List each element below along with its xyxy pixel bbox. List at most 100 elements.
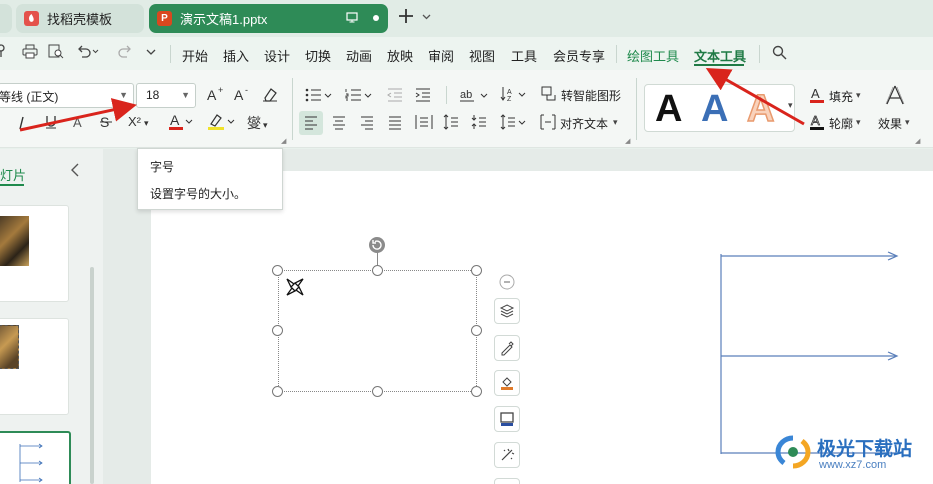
resize-handle[interactable] (272, 386, 283, 397)
distribute-icon[interactable] (415, 114, 433, 133)
font-size-select[interactable]: 18 ▼ (136, 83, 196, 108)
align-center-icon[interactable] (332, 116, 346, 133)
highlight-icon[interactable] (207, 112, 235, 135)
dialog-launcher-icon[interactable]: ◢ (915, 137, 920, 145)
resize-handle[interactable] (272, 325, 283, 336)
text-style-gallery[interactable]: A A A (644, 84, 795, 132)
chevron-down-icon[interactable]: ▾ (905, 117, 910, 128)
menu-transition[interactable]: 切换 (305, 46, 331, 65)
format-painter-icon[interactable] (494, 335, 520, 361)
selected-textbox[interactable] (278, 270, 477, 392)
tab-document[interactable]: P 演示文稿1.pptx (149, 4, 388, 33)
convert-smart-art-icon[interactable] (541, 86, 557, 105)
text-style-black[interactable]: A (655, 88, 682, 131)
slide-thumbnail-1[interactable] (0, 205, 69, 302)
align-left-icon[interactable] (304, 116, 318, 133)
increase-font-icon[interactable]: A + (207, 85, 225, 105)
slide-arrow-diagram[interactable] (718, 248, 903, 458)
tab-previous[interactable] (0, 4, 12, 33)
decrease-font-icon[interactable]: A- (234, 85, 252, 105)
superscript-button[interactable]: X² ▾ (128, 114, 149, 129)
menu-home[interactable]: 开始 (182, 46, 208, 65)
dialog-launcher-icon[interactable]: ◢ (281, 137, 286, 145)
resize-handle[interactable] (372, 265, 383, 276)
menu-text-tools[interactable]: 文本工具 (694, 46, 746, 65)
shape-outline-icon[interactable] (494, 406, 520, 432)
phonetic-guide-button[interactable]: 燮 ▾ (247, 113, 268, 133)
chevron-down-icon[interactable] (422, 12, 431, 24)
resize-handle[interactable] (471, 386, 482, 397)
text-outline-icon[interactable]: A (809, 113, 825, 134)
align-text-label[interactable]: 对齐文本 (560, 115, 608, 132)
rotate-handle-icon[interactable] (368, 236, 386, 257)
vertical-align-icon[interactable] (500, 114, 528, 133)
sidebar-tab-slides[interactable]: 灯片 (0, 165, 26, 184)
menu-view[interactable]: 视图 (469, 46, 495, 65)
text-fill-icon[interactable]: A (809, 86, 825, 107)
resize-handle[interactable] (471, 325, 482, 336)
more-tools-icon[interactable] (494, 478, 520, 484)
new-tab-plus-icon[interactable] (398, 8, 414, 30)
text-direction-icon[interactable]: ab (460, 88, 490, 105)
menu-drawing-tools[interactable]: 绘图工具 (627, 46, 679, 65)
italic-icon[interactable] (16, 115, 28, 134)
text-style-blue[interactable]: A (701, 88, 728, 131)
magic-tools-icon[interactable] (494, 442, 520, 468)
undo-icon[interactable] (76, 44, 100, 62)
text-style-orange-outline[interactable]: A (746, 87, 775, 131)
font-color-icon[interactable]: A (168, 112, 194, 135)
menu-design[interactable]: 设计 (264, 46, 290, 65)
chevron-down-icon: ▾ (263, 120, 268, 130)
shadow-s-icon[interactable]: S (99, 114, 113, 133)
text-effect-label[interactable]: 效果 (878, 115, 902, 132)
save-icon[interactable] (0, 44, 9, 61)
bullet-list-icon[interactable] (305, 88, 333, 105)
line-spacing-icon[interactable] (443, 114, 459, 133)
layers-icon[interactable] (494, 298, 520, 324)
justify-icon[interactable] (388, 116, 402, 133)
chevron-down-icon[interactable]: ▾ (613, 117, 618, 128)
underline-icon[interactable] (44, 114, 58, 133)
text-fill-label[interactable]: 填充 (829, 88, 853, 105)
slide-thumbnail-3-selected[interactable] (0, 431, 71, 484)
menu-tools[interactable]: 工具 (511, 46, 537, 65)
sort-text-icon[interactable]: AZ (500, 86, 530, 105)
menu-review[interactable]: 审阅 (428, 46, 454, 65)
numbered-list-icon[interactable] (345, 88, 373, 105)
chevron-down-icon[interactable]: ▾ (856, 90, 861, 101)
align-right-icon[interactable] (360, 116, 374, 133)
more-chevron-icon[interactable] (145, 44, 157, 62)
resize-handle[interactable] (272, 265, 283, 276)
print-icon[interactable] (22, 44, 38, 62)
redo-icon[interactable] (117, 44, 141, 62)
strikethrough-icon[interactable]: A (72, 114, 86, 133)
menu-insert[interactable]: 插入 (223, 46, 249, 65)
shape-fill-icon[interactable] (494, 370, 520, 396)
resize-handle[interactable] (372, 386, 383, 397)
text-effect-icon[interactable] (884, 84, 906, 109)
sidebar-scrollbar[interactable] (90, 267, 94, 484)
increase-indent-icon[interactable] (415, 88, 431, 105)
menu-animation[interactable]: 动画 (346, 46, 372, 65)
search-icon[interactable] (772, 45, 787, 63)
slide-thumbnail-2[interactable] (0, 318, 69, 415)
chevron-down-icon[interactable]: ▾ (856, 117, 861, 128)
print-preview-icon[interactable] (48, 44, 64, 62)
resize-handle[interactable] (471, 265, 482, 276)
tab-template[interactable]: 找稻壳模板 (16, 4, 144, 33)
decrease-indent-icon[interactable] (387, 88, 403, 105)
gallery-more-icon[interactable]: ▾ (788, 100, 793, 111)
menu-slideshow[interactable]: 放映 (387, 46, 413, 65)
dialog-launcher-icon[interactable]: ◢ (625, 137, 630, 145)
clear-format-icon[interactable] (261, 86, 279, 105)
convert-smart-art-label[interactable]: 转智能图形 (561, 87, 621, 104)
collapse-chevron-left-icon[interactable] (70, 163, 80, 182)
collapse-minus-icon[interactable] (499, 274, 515, 293)
tooltip-title: 字号 (150, 160, 175, 174)
paragraph-spacing-icon[interactable] (471, 114, 487, 133)
menu-member[interactable]: 会员专享 (553, 46, 605, 65)
text-outline-label[interactable]: 轮廓 (829, 115, 853, 132)
font-name-select[interactable]: 等线 (正文) ▼ (0, 83, 134, 108)
align-text-icon[interactable] (540, 114, 556, 133)
screen-icon[interactable] (346, 11, 358, 26)
